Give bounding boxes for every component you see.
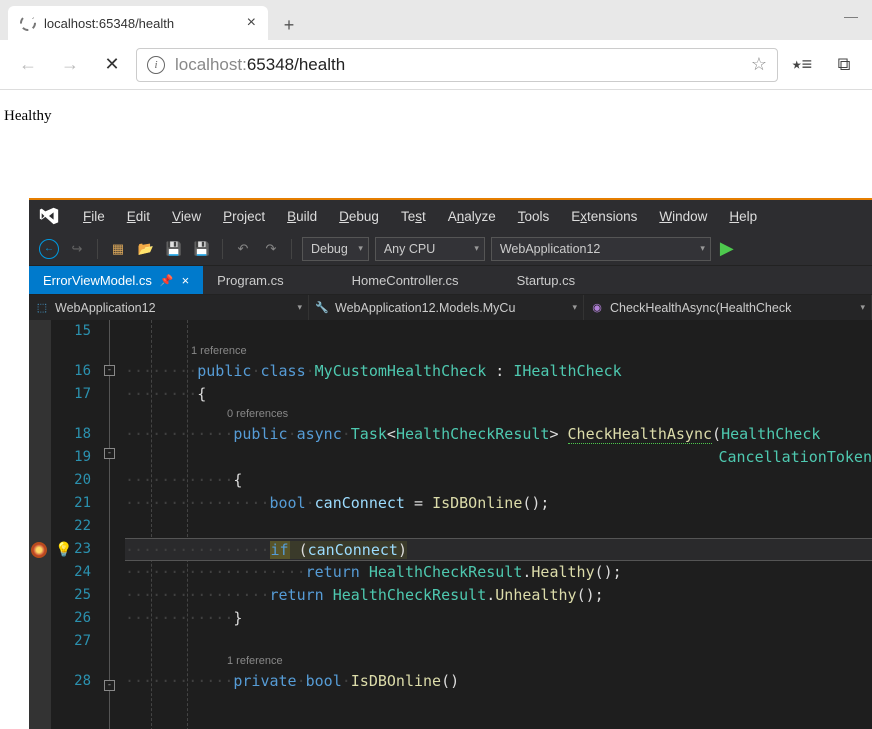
code-editor[interactable]: 💡 15 16 17 18 19 20 21 22 23 24 25 26 27…	[29, 320, 872, 729]
browser-tab-title: localhost:65348/health	[44, 16, 239, 31]
start-debug-button[interactable]: ▶	[715, 237, 739, 261]
vs-logo-icon[interactable]	[35, 205, 63, 227]
codelens-ref[interactable]: 1 reference	[125, 653, 872, 670]
menu-window[interactable]: Window	[649, 205, 717, 228]
new-tab-button[interactable]: +	[274, 10, 304, 40]
menu-test[interactable]: Test	[391, 205, 436, 228]
nav-class-combo[interactable]: 🔧WebApplication12.Models.MyCu	[309, 295, 584, 320]
redo-button[interactable]: ↷	[259, 237, 283, 261]
breakpoint-gutter[interactable]	[29, 320, 51, 729]
tab-homecontroller[interactable]: HomeController.cs	[338, 266, 473, 294]
method-icon: ◉	[590, 301, 604, 315]
pin-icon[interactable]: 📌	[160, 274, 174, 287]
browser-tab-active[interactable]: localhost:65348/health ×	[8, 6, 268, 40]
menu-tools[interactable]: Tools	[508, 205, 560, 228]
vs-nav-bar: ⬚WebApplication12 🔧WebApplication12.Mode…	[29, 294, 872, 320]
collections-icon[interactable]: ⧉	[826, 47, 862, 83]
menu-view[interactable]: View	[162, 205, 211, 228]
window-buttons: —	[830, 2, 872, 30]
code-content[interactable]: 1 reference ········public·class·MyCusto…	[121, 320, 872, 729]
url-text: localhost:65348/health	[175, 55, 345, 75]
loading-favicon-icon	[20, 15, 36, 31]
breakpoint-current-icon[interactable]	[31, 542, 47, 558]
menu-extensions[interactable]: Extensions	[561, 205, 647, 228]
page-content: Healthy	[0, 90, 872, 143]
platform-combo[interactable]: Any CPU	[375, 237, 485, 261]
menu-debug[interactable]: Debug	[329, 205, 389, 228]
browser-toolbar: ← → ✕ i localhost:65348/health ☆ ⭑≡ ⧉	[0, 40, 872, 90]
project-icon: ⬚	[35, 301, 49, 315]
browser-chrome: — localhost:65348/health × + ← → ✕ i loc…	[0, 0, 872, 90]
browser-tab-strip: localhost:65348/health × +	[0, 0, 872, 40]
config-combo[interactable]: Debug	[302, 237, 369, 261]
undo-button[interactable]: ↶	[231, 237, 255, 261]
tab-errorviewmodel[interactable]: ErrorViewModel.cs📌×	[29, 266, 203, 294]
tab-program[interactable]: Program.cs	[203, 266, 297, 294]
stop-button[interactable]: ✕	[94, 47, 130, 83]
codelens-ref[interactable]: 0 references	[125, 406, 872, 423]
fold-toggle[interactable]: -	[104, 448, 115, 459]
menu-analyze[interactable]: Analyze	[438, 205, 506, 228]
nav-method-combo[interactable]: ◉CheckHealthAsync(HealthCheck	[584, 295, 872, 320]
line-number-gutter: 15 16 17 18 19 20 21 22 23 24 25 26 27 2…	[51, 320, 101, 729]
nav-fwd-button[interactable]: ↪	[65, 237, 89, 261]
back-button[interactable]: ←	[10, 47, 46, 83]
address-bar[interactable]: i localhost:65348/health ☆	[136, 48, 778, 82]
class-icon: 🔧	[315, 301, 329, 315]
nav-back-button[interactable]: ←	[37, 237, 61, 261]
favorites-bar-icon[interactable]: ⭑≡	[784, 47, 820, 83]
tab-startup[interactable]: Startup.cs	[503, 266, 590, 294]
vs-menubar: File Edit View Project Build Debug Test …	[29, 200, 872, 232]
tab-close-icon[interactable]: ×	[247, 14, 256, 32]
new-item-button[interactable]: ▦	[106, 237, 130, 261]
fold-toggle[interactable]: -	[104, 680, 115, 691]
vs-toolbar: ← ↪ ▦ 📂 💾 💾 ↶ ↷ Debug Any CPU WebApplica…	[29, 232, 872, 266]
codelens-ref[interactable]: 1 reference	[125, 343, 872, 360]
favorite-star-icon[interactable]: ☆	[751, 54, 767, 75]
menu-edit[interactable]: Edit	[117, 205, 160, 228]
vs-doc-tabs: ErrorViewModel.cs📌× Program.cs HomeContr…	[29, 266, 872, 294]
tab-close-icon[interactable]: ×	[182, 273, 190, 288]
lightbulb-icon[interactable]: 💡	[55, 542, 72, 558]
save-button[interactable]: 💾	[162, 237, 186, 261]
startup-combo[interactable]: WebApplication12	[491, 237, 711, 261]
site-info-icon[interactable]: i	[147, 56, 165, 74]
menu-build[interactable]: Build	[277, 205, 327, 228]
forward-button[interactable]: →	[52, 47, 88, 83]
open-button[interactable]: 📂	[134, 237, 158, 261]
fold-gutter[interactable]: - - -	[101, 320, 121, 729]
fold-toggle[interactable]: -	[104, 365, 115, 376]
menu-help[interactable]: Help	[719, 205, 767, 228]
save-all-button[interactable]: 💾	[190, 237, 214, 261]
nav-project-combo[interactable]: ⬚WebApplication12	[29, 295, 309, 320]
visual-studio-window: File Edit View Project Build Debug Test …	[29, 198, 872, 729]
window-minimize-button[interactable]: —	[830, 2, 872, 30]
menu-file[interactable]: File	[73, 205, 115, 228]
menu-project[interactable]: Project	[213, 205, 275, 228]
